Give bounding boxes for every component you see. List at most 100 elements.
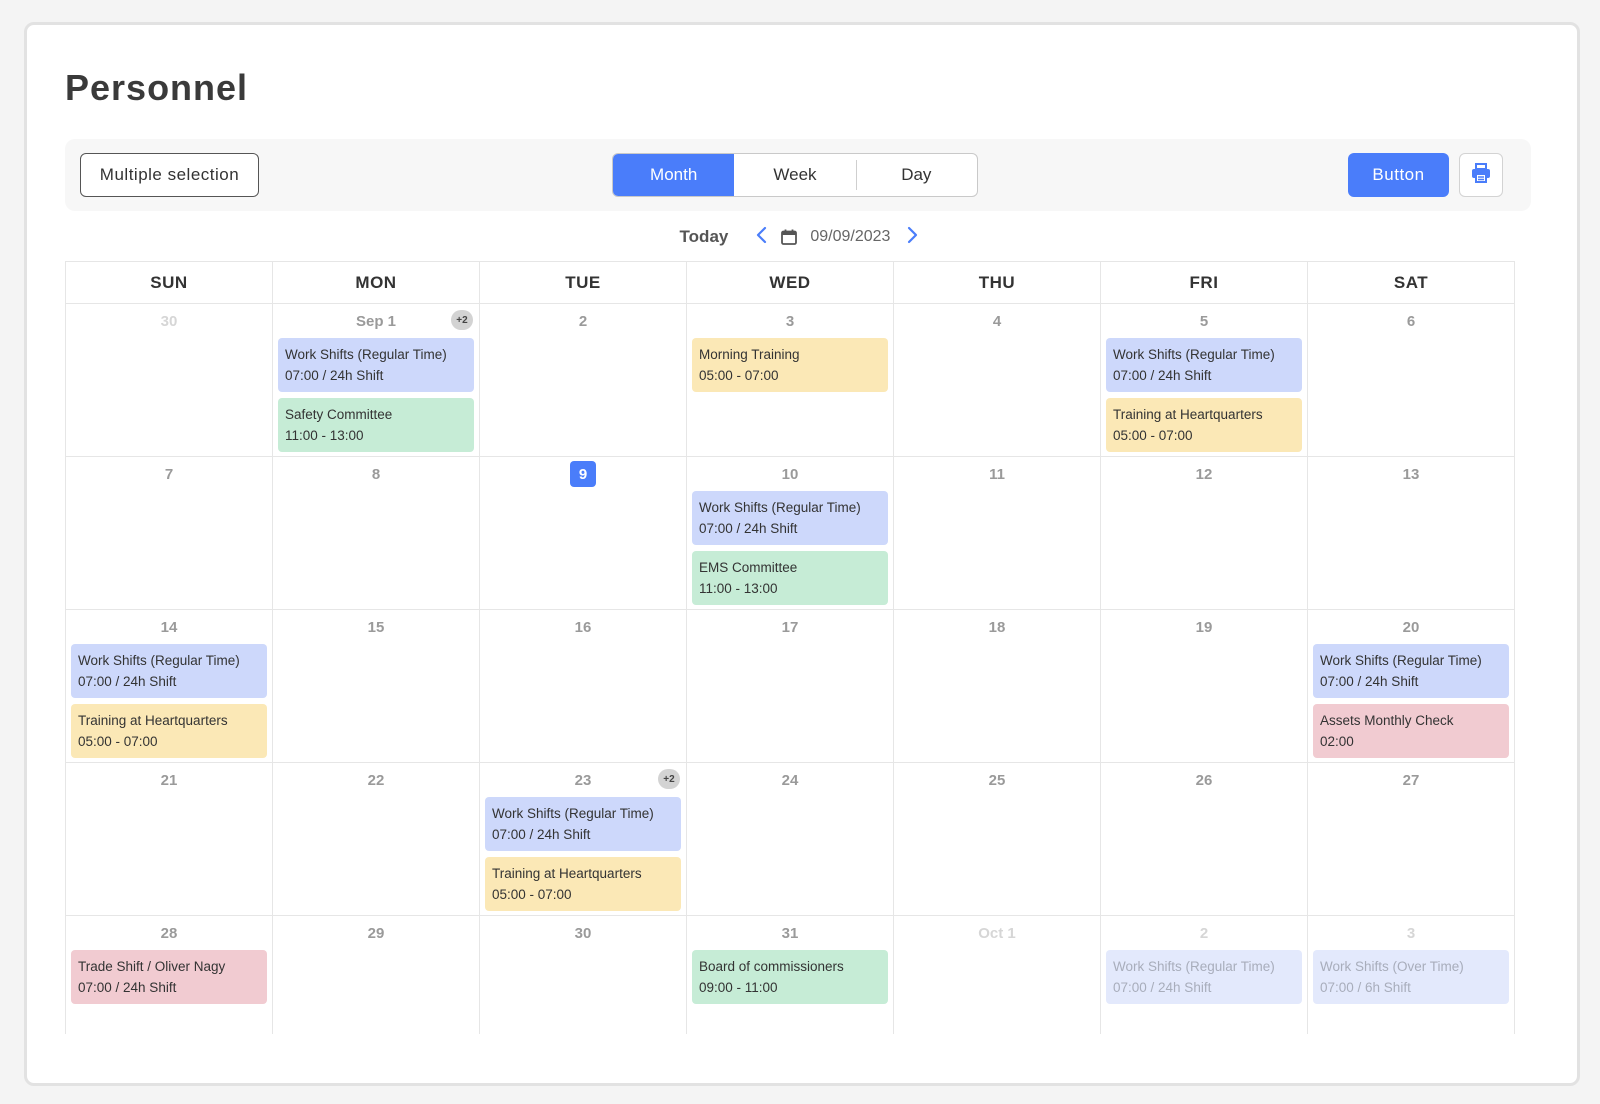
day-number: 23: [574, 771, 592, 789]
current-date[interactable]: 09/09/2023: [810, 228, 890, 246]
calendar-event[interactable]: Safety Committee 11:00 - 13:00: [278, 398, 474, 452]
more-events-badge[interactable]: +2: [658, 769, 680, 789]
calendar-event[interactable]: Board of commissioners 09:00 - 11:00: [692, 950, 888, 1004]
event-time: 07:00 / 24h Shift: [492, 827, 591, 842]
day-number: 3: [1406, 924, 1416, 942]
calendar-event[interactable]: Training at Heartquarters 05:00 - 07:00: [71, 704, 267, 758]
weekday-header: TUE: [480, 262, 687, 304]
day-cell[interactable]: Sep 1 +2 Work Shifts (Regular Time) 07:00 /…: [273, 304, 480, 457]
day-cell[interactable]: 9: [480, 457, 687, 610]
weekday-header: MON: [273, 262, 480, 304]
day-cell[interactable]: 3 Morning Training 05:00 - 07:00: [687, 304, 894, 457]
day-cell[interactable]: 13: [1308, 457, 1515, 610]
day-number: 12: [1195, 465, 1213, 483]
calendar-event[interactable]: Training at Heartquarters 05:00 - 07:00: [1106, 398, 1302, 452]
weekday-header: THU: [894, 262, 1101, 304]
day-cell[interactable]: 7: [66, 457, 273, 610]
calendar-event[interactable]: Work Shifts (Regular Time) 07:00 / 24h Sh…: [692, 491, 888, 545]
calendar-event[interactable]: Work Shifts (Regular Time) 07:00 / 24h Sh…: [1313, 644, 1509, 698]
today-date-badge[interactable]: 9: [570, 461, 596, 487]
day-number: 8: [371, 465, 381, 483]
day-cell[interactable]: 18: [894, 610, 1101, 763]
calendar-event[interactable]: Work Shifts (Regular Time) 07:00 / 24h Sh…: [485, 797, 681, 851]
page-title: Personnel: [65, 67, 249, 108]
day-number: Oct 1: [978, 924, 1016, 942]
day-cell[interactable]: 26: [1101, 763, 1308, 916]
view-month-button[interactable]: Month: [613, 154, 735, 196]
day-cell[interactable]: 6: [1308, 304, 1515, 457]
day-cell[interactable]: 20 Work Shifts (Regular Time) 07:00 / 24h …: [1308, 610, 1515, 763]
today-button[interactable]: Today: [680, 227, 729, 247]
day-cell[interactable]: 2: [480, 304, 687, 457]
day-cell[interactable]: 16: [480, 610, 687, 763]
prev-button[interactable]: [750, 223, 772, 251]
day-cell[interactable]: 19: [1101, 610, 1308, 763]
day-number: Sep 1: [355, 312, 397, 330]
view-week-button[interactable]: Week: [734, 154, 855, 196]
calendar-event[interactable]: Training at Heartquarters 05:00 - 07:00: [485, 857, 681, 911]
day-cell[interactable]: 5 Work Shifts (Regular Time) 07:00 / 24h S…: [1101, 304, 1308, 457]
day-number: 26: [1195, 771, 1213, 789]
day-number: 22: [367, 771, 385, 789]
calendar-event[interactable]: EMS Committee 11:00 - 13:00: [692, 551, 888, 605]
event-time: 07:00 / 24h Shift: [78, 980, 177, 995]
day-cell[interactable]: 2 Work Shifts (Regular Time) 07:00 / 24h S…: [1101, 916, 1308, 1034]
calendar-event[interactable]: Morning Training 05:00 - 07:00: [692, 338, 888, 392]
day-cell[interactable]: 10 Work Shifts (Regular Time) 07:00 / 24h …: [687, 457, 894, 610]
primary-button[interactable]: Button: [1348, 153, 1449, 197]
day-cell[interactable]: 24: [687, 763, 894, 916]
day-number: 17: [781, 618, 799, 636]
day-cell[interactable]: 15: [273, 610, 480, 763]
calendar-event[interactable]: Trade Shift / Oliver Nagy 07:00 / 24h Shi…: [71, 950, 267, 1004]
event-title: Training at Heartquarters: [492, 866, 642, 881]
weekday-header: FRI: [1101, 262, 1308, 304]
day-cell[interactable]: 22: [273, 763, 480, 916]
day-cell[interactable]: 17: [687, 610, 894, 763]
calendar-event[interactable]: Work Shifts (Over Time) 07:00 / 6h Shift: [1313, 950, 1509, 1004]
day-cell[interactable]: 28 Trade Shift / Oliver Nagy 07:00 / 24h S…: [66, 916, 273, 1034]
event-title: Board of commissioners: [699, 959, 844, 974]
event-time: 07:00 / 24h Shift: [1320, 674, 1419, 689]
event-title: Work Shifts (Regular Time): [492, 806, 654, 821]
day-cell[interactable]: 8: [273, 457, 480, 610]
week-row: 7 8 9 10 Work Shifts (Regular Time) 07:00 / 2…: [66, 457, 1515, 610]
day-cell[interactable]: 12: [1101, 457, 1308, 610]
calendar-event[interactable]: Work Shifts (Regular Time) 07:00 / 24h Sh…: [278, 338, 474, 392]
event-time: 11:00 - 13:00: [699, 581, 778, 596]
calendar-event[interactable]: Work Shifts (Regular Time) 07:00 / 24h Sh…: [1106, 338, 1302, 392]
event-title: Work Shifts (Regular Time): [699, 500, 861, 515]
day-number: 14: [160, 618, 178, 636]
day-cell[interactable]: 25: [894, 763, 1101, 916]
day-cell[interactable]: 3 Work Shifts (Over Time) 07:00 / 6h Shift: [1308, 916, 1515, 1034]
day-cell[interactable]: 14 Work Shifts (Regular Time) 07:00 / 24h …: [66, 610, 273, 763]
day-cell[interactable]: Oct 1: [894, 916, 1101, 1034]
weeks-container: 30 Sep 1 +2 Work Shifts (Regular Time) 07:00…: [66, 304, 1515, 1034]
printer-icon: [1470, 162, 1492, 189]
event-time: 05:00 - 07:00: [78, 734, 158, 749]
day-cell[interactable]: 31 Board of commissioners 09:00 - 11:00: [687, 916, 894, 1034]
event-title: Work Shifts (Regular Time): [1113, 347, 1275, 362]
event-title: Training at Heartquarters: [1113, 407, 1263, 422]
calendar-event[interactable]: Work Shifts (Regular Time) 07:00 / 24h Sh…: [1106, 950, 1302, 1004]
weekday-header: SUN: [66, 262, 273, 304]
view-switcher: Month Week Day: [612, 153, 978, 197]
multiple-selection-button[interactable]: Multiple selection: [80, 153, 259, 197]
event-title: Safety Committee: [285, 407, 393, 422]
event-time: 11:00 - 13:00: [285, 428, 364, 443]
day-cell[interactable]: 30: [480, 916, 687, 1034]
calendar-event[interactable]: Assets Monthly Check 02:00: [1313, 704, 1509, 758]
day-number: 15: [367, 618, 385, 636]
day-cell[interactable]: 11: [894, 457, 1101, 610]
day-cell[interactable]: 23 +2 Work Shifts (Regular Time) 07:00 / 24…: [480, 763, 687, 916]
day-cell[interactable]: 30: [66, 304, 273, 457]
view-day-button[interactable]: Day: [855, 154, 977, 196]
day-cell[interactable]: 21: [66, 763, 273, 916]
day-cell[interactable]: 4: [894, 304, 1101, 457]
day-cell[interactable]: 29: [273, 916, 480, 1034]
calendar-icon[interactable]: [780, 228, 798, 246]
day-cell[interactable]: 27: [1308, 763, 1515, 916]
print-button[interactable]: [1459, 153, 1503, 197]
next-button[interactable]: [902, 223, 924, 251]
more-events-badge[interactable]: +2: [451, 310, 473, 330]
calendar-event[interactable]: Work Shifts (Regular Time) 07:00 / 24h Sh…: [71, 644, 267, 698]
